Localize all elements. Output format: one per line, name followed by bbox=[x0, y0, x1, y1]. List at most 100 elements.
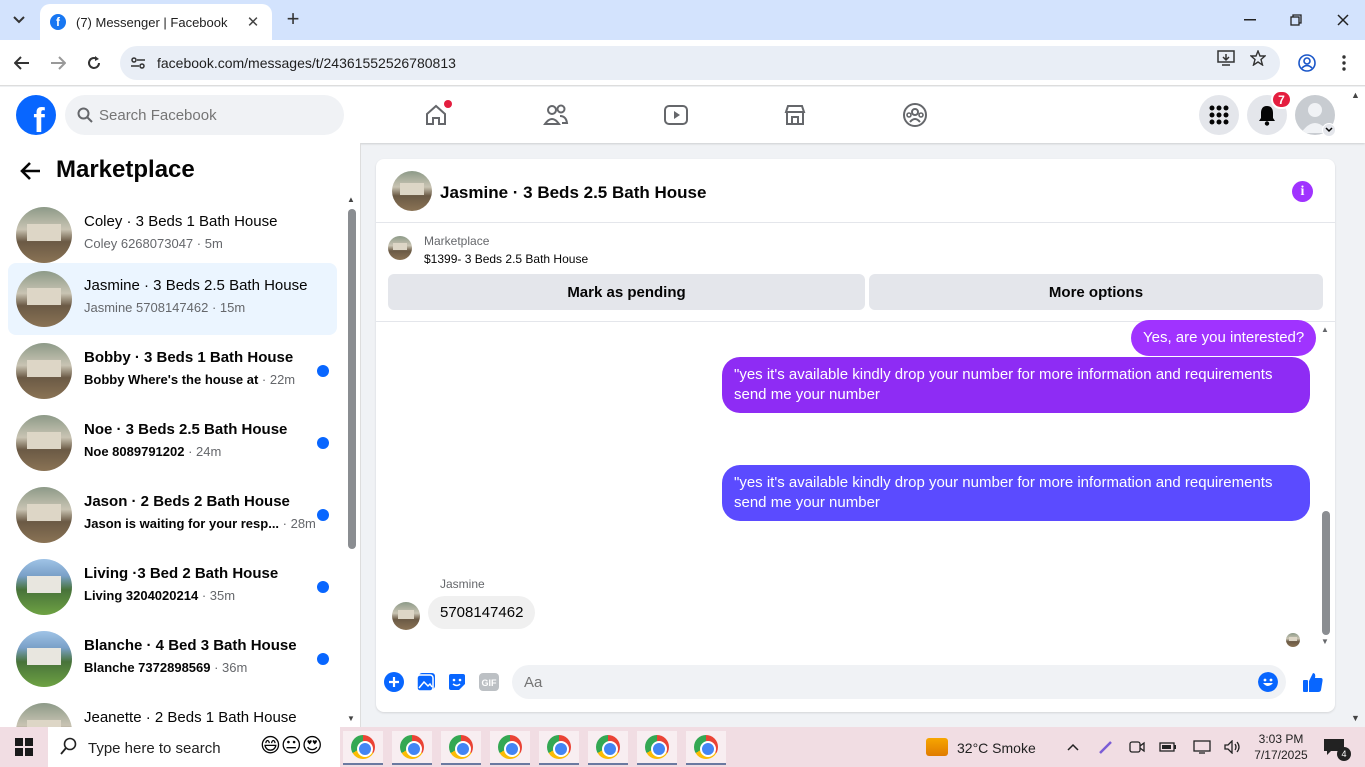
taskbar-chrome-7[interactable] bbox=[637, 731, 677, 765]
conversation-item[interactable]: Bobby · 3 Beds 1 Bath House Bobby Where'… bbox=[8, 335, 337, 407]
url-text: facebook.com/messages/t/2436155252678081… bbox=[157, 55, 456, 71]
conversation-item[interactable]: Jason · 2 Beds 2 Bath House Jason is wai… bbox=[8, 479, 337, 551]
video-icon bbox=[664, 105, 688, 125]
clock-time: 3:03 PM bbox=[1258, 732, 1304, 746]
sender-avatar[interactable] bbox=[392, 602, 420, 630]
mark-as-pending-button[interactable]: Mark as pending bbox=[388, 274, 865, 310]
conversation-item-active[interactable]: Jasmine · 3 Beds 2.5 Bath House Jasmine … bbox=[8, 263, 337, 335]
message-input-wrapper[interactable] bbox=[512, 665, 1286, 699]
taskbar-chrome-2[interactable] bbox=[392, 731, 432, 765]
search-input[interactable] bbox=[99, 95, 329, 135]
more-actions-button[interactable] bbox=[383, 671, 405, 693]
nav-video[interactable] bbox=[662, 101, 690, 129]
attach-photo-button[interactable] bbox=[415, 671, 437, 693]
install-app-button[interactable] bbox=[1215, 48, 1237, 68]
listing-thumbnail[interactable] bbox=[388, 236, 412, 260]
nav-groups[interactable] bbox=[901, 101, 929, 129]
conversation-item[interactable]: Blanche · 4 Bed 3 Bath House Blanche 737… bbox=[8, 623, 337, 695]
like-button[interactable] bbox=[1302, 671, 1324, 693]
close-window-button[interactable] bbox=[1323, 8, 1363, 32]
chat-title[interactable]: Jasmine · 3 Beds 2.5 Bath House bbox=[440, 183, 706, 203]
back-button[interactable] bbox=[11, 52, 33, 74]
incoming-message[interactable]: 5708147462 bbox=[428, 596, 536, 629]
bookmark-button[interactable] bbox=[1247, 48, 1269, 68]
site-settings-icon[interactable] bbox=[130, 55, 146, 71]
chrome-icon bbox=[400, 735, 424, 759]
network-icon[interactable] bbox=[1193, 739, 1211, 755]
listing-title[interactable]: $1399- 3 Beds 2.5 Bath House bbox=[424, 252, 588, 266]
reload-button[interactable] bbox=[83, 52, 105, 74]
chrome-icon bbox=[596, 735, 620, 759]
new-tab-button[interactable]: + bbox=[282, 8, 304, 32]
conversation-item[interactable]: Living ·3 Bed 2 Bath House Living 320402… bbox=[8, 551, 337, 623]
listing-thumbnail bbox=[16, 271, 72, 327]
outgoing-message[interactable]: "yes it's available kindly drop your num… bbox=[722, 465, 1310, 521]
clock[interactable]: 3:03 PM 7/17/2025 bbox=[1253, 731, 1309, 763]
forward-button[interactable] bbox=[47, 52, 69, 74]
listing-banner: Marketplace $1399- 3 Beds 2.5 Bath House… bbox=[376, 224, 1335, 322]
weather-text[interactable]: 32°C Smoke bbox=[957, 740, 1036, 756]
info-icon[interactable]: i bbox=[1292, 181, 1313, 202]
page-scroll-down-icon[interactable]: ▼ bbox=[1351, 713, 1360, 723]
tab-search-button[interactable] bbox=[6, 8, 32, 32]
minimize-window-button[interactable] bbox=[1230, 8, 1270, 32]
conversation-preview: Bobby Where's the house at · 22m bbox=[84, 372, 296, 387]
message-input[interactable] bbox=[524, 665, 1244, 699]
taskbar-chrome-5[interactable] bbox=[539, 731, 579, 765]
emoji-icon[interactable] bbox=[1258, 672, 1278, 692]
menu-button[interactable] bbox=[1199, 95, 1239, 135]
gif-button[interactable]: GIF bbox=[478, 671, 500, 693]
chat-listing-thumbnail[interactable] bbox=[392, 171, 432, 211]
taskbar-chrome-3[interactable] bbox=[441, 731, 481, 765]
conversation-item[interactable]: Coley · 3 Beds 1 Bath House Coley 626807… bbox=[8, 199, 337, 271]
chrome-icon bbox=[694, 735, 718, 759]
facebook-search[interactable] bbox=[65, 95, 344, 135]
volume-icon[interactable] bbox=[1224, 739, 1242, 755]
browser-tab-messenger[interactable]: f (7) Messenger | Facebook ✕ bbox=[40, 4, 272, 40]
taskbar-chrome-6[interactable] bbox=[588, 731, 628, 765]
sticker-button[interactable] bbox=[446, 671, 468, 693]
conversation-title: Coley · 3 Beds 1 Bath House bbox=[84, 213, 278, 230]
arrow-right-icon bbox=[51, 56, 66, 70]
more-options-button[interactable]: More options bbox=[869, 274, 1323, 310]
browser-menu-button[interactable] bbox=[1333, 52, 1355, 74]
browser-toolbar: facebook.com/messages/t/2436155252678081… bbox=[0, 40, 1365, 86]
account-caret[interactable] bbox=[1322, 123, 1336, 137]
restore-window-button[interactable] bbox=[1276, 8, 1316, 32]
listing-thumbnail bbox=[16, 343, 72, 399]
scroll-up-arrow-icon[interactable]: ▲ bbox=[1321, 325, 1329, 334]
outgoing-message[interactable]: Yes, are you interested? bbox=[1131, 320, 1317, 356]
conversation-item[interactable]: Jeanette · 2 Beds 1 Bath House bbox=[8, 695, 337, 727]
friends-icon bbox=[543, 104, 569, 125]
close-tab-icon[interactable]: ✕ bbox=[244, 13, 262, 31]
start-button[interactable] bbox=[0, 727, 48, 767]
listing-thumbnail bbox=[16, 703, 72, 727]
conversation-item[interactable]: Noe · 3 Beds 2.5 Bath House Noe 80897912… bbox=[8, 407, 337, 479]
pen-icon[interactable] bbox=[1097, 739, 1115, 755]
show-hidden-icons-button[interactable] bbox=[1064, 739, 1082, 755]
nav-marketplace[interactable] bbox=[781, 101, 809, 129]
chat-scroll-thumb[interactable] bbox=[1322, 511, 1330, 635]
scroll-down-arrow-icon[interactable]: ▼ bbox=[347, 714, 355, 723]
facebook-logo-icon[interactable]: f bbox=[16, 95, 56, 135]
listing-thumbnail bbox=[16, 631, 72, 687]
profile-button[interactable] bbox=[1296, 52, 1318, 74]
taskbar-search[interactable]: Type here to search 😄😐😍 bbox=[48, 727, 340, 767]
listing-thumbnail bbox=[16, 207, 72, 263]
battery-icon[interactable] bbox=[1159, 739, 1177, 755]
meet-now-icon[interactable] bbox=[1128, 739, 1146, 755]
taskbar-chrome-4[interactable] bbox=[490, 731, 530, 765]
nav-friends[interactable] bbox=[542, 101, 570, 129]
taskbar-chrome-8[interactable] bbox=[686, 731, 726, 765]
taskbar-chrome-1[interactable] bbox=[343, 731, 383, 765]
outgoing-message[interactable]: "yes it's available kindly drop your num… bbox=[722, 357, 1310, 413]
page-scroll-up-icon[interactable]: ▲ bbox=[1351, 90, 1360, 100]
scroll-down-arrow-icon[interactable]: ▼ bbox=[1321, 637, 1329, 646]
scroll-up-arrow-icon[interactable]: ▲ bbox=[347, 195, 355, 204]
address-bar[interactable]: facebook.com/messages/t/2436155252678081… bbox=[120, 46, 1280, 80]
weather-icon[interactable] bbox=[926, 738, 948, 756]
speaker-icon bbox=[1224, 740, 1240, 754]
conversation-title: Living ·3 Bed 2 Bath House bbox=[84, 565, 279, 582]
arrow-left-icon[interactable] bbox=[20, 161, 42, 181]
sidebar-scroll-thumb[interactable] bbox=[348, 209, 356, 549]
